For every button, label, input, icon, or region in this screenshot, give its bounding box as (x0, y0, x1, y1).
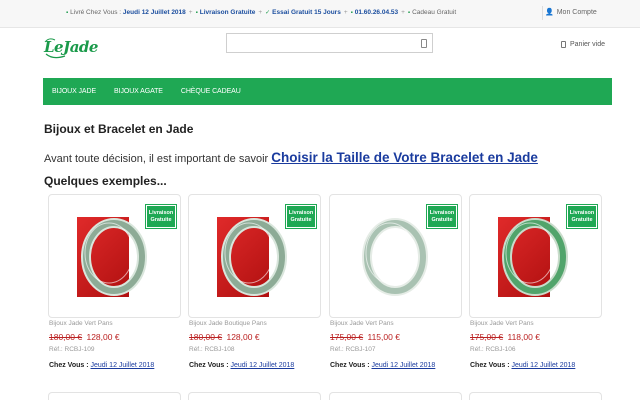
user-icon: 👤 (545, 9, 554, 16)
product-image[interactable]: Livraison Gratuite (48, 194, 181, 318)
delivery-estimate: Chez Vous : Jeudi 12 Juillet 2018 (48, 362, 181, 369)
delivery-estimate: Chez Vous : Jeudi 12 Juillet 2018 (188, 362, 321, 369)
delivery-date-link[interactable]: Jeudi 12 Juillet 2018 (231, 362, 295, 369)
old-price: 175,00 € (330, 332, 364, 342)
product-name[interactable]: Bijoux Jade Vert Pans (469, 320, 602, 327)
gift-icon: ▪ (195, 9, 198, 16)
page-title: Bijoux et Bracelet en Jade (44, 122, 194, 136)
site-logo[interactable]: LeJade (43, 36, 98, 60)
product-name[interactable]: Bijoux Jade Vert Pans (329, 320, 462, 327)
product-card[interactable]: Livraison Gratuite Bijoux Jade Vert Pans… (48, 194, 181, 369)
free-delivery-badge: Livraison Gratuite (285, 204, 317, 229)
cart-link[interactable]: Panier vide (561, 41, 605, 48)
jade-bangle-image (81, 218, 147, 296)
gift-icon: ▪ (407, 9, 411, 16)
jade-bangle-image (221, 218, 287, 296)
bracelet-size-link[interactable]: Choisir la Taille de Votre Bracelet en J… (271, 150, 538, 165)
product-image[interactable]: Livraison Gratuite (188, 194, 321, 318)
product-ref: Réf.: RCBJ-108 (189, 346, 235, 353)
product-name[interactable]: Bijoux Jade Boutique Pans (188, 320, 321, 327)
product-prices: 175,00 € 118,00 € (469, 332, 602, 342)
delivery-info-date: Jeudi 12 Juillet 2018 (122, 9, 186, 16)
plus-separator: + (258, 9, 263, 16)
topbar-divider (542, 6, 543, 20)
delivery-date-link[interactable]: Jeudi 12 Juillet 2018 (91, 362, 155, 369)
truck-icon: ▪ (66, 9, 69, 16)
plus-separator: + (188, 9, 193, 16)
delivery-date-link[interactable]: Jeudi 12 Juillet 2018 (512, 362, 576, 369)
examples-heading: Quelques exemples... (44, 174, 167, 188)
phone-number[interactable]: 01.60.26.04.53 (355, 9, 398, 16)
product-card-partial (329, 392, 462, 400)
account-label: Mon Compte (556, 8, 597, 16)
delivery-label: Chez Vous : (330, 362, 370, 369)
intro-paragraph: Avant toute décision, il est important d… (44, 150, 538, 165)
logo-text: LeJade (44, 38, 98, 56)
product-card[interactable]: Livraison Gratuite Bijoux Jade Vert Pans… (329, 194, 462, 369)
free-trial-link[interactable]: Essai Gratuit 15 Jours (272, 9, 341, 16)
product-ref: Réf.: RCBJ-106 (470, 346, 516, 353)
check-icon: ✓ (265, 10, 271, 16)
plus-separator: + (401, 9, 405, 16)
delivery-estimate: Chez Vous : Jeudi 12 Juillet 2018 (469, 362, 602, 369)
product-ref: Réf.: RCBJ-109 (49, 346, 95, 353)
product-prices: 180,00 € 128,00 € (48, 332, 181, 342)
product-image[interactable]: Livraison Gratuite (329, 194, 462, 318)
plus-separator: + (343, 9, 348, 16)
product-image[interactable]: Livraison Gratuite (469, 194, 602, 318)
old-price: 175,00 € (470, 332, 504, 342)
old-price: 180,00 € (49, 332, 83, 342)
jade-bangle-image (362, 218, 428, 296)
new-price: 128,00 € (86, 332, 120, 342)
new-price: 128,00 € (226, 332, 260, 342)
product-card[interactable]: Livraison Gratuite Bijoux Jade Boutique … (188, 194, 321, 369)
product-ref: Réf.: RCBJ-107 (330, 346, 376, 353)
search-input[interactable] (229, 36, 414, 50)
intro-text: Avant toute décision, il est important d… (44, 153, 269, 165)
product-card-partial (188, 392, 321, 400)
product-prices: 175,00 € 115,00 € (329, 332, 462, 342)
nav-item-bijoux-agate[interactable]: BIJOUX AGATE (114, 88, 163, 95)
delivery-info-label: Livré Chez Vous : (70, 9, 122, 16)
main-nav: BIJOUX JADE BIJOUX AGATE CHÈQUE CADEAU (43, 78, 612, 105)
account-link[interactable]: 👤 Mon Compte (545, 8, 597, 17)
cart-icon (561, 41, 566, 48)
nav-item-bijoux-jade[interactable]: BIJOUX JADE (52, 88, 96, 95)
product-card[interactable]: Livraison Gratuite Bijoux Jade Vert Pans… (469, 194, 602, 369)
delivery-label: Chez Vous : (49, 362, 89, 369)
delivery-date-link[interactable]: Jeudi 12 Juillet 2018 (372, 362, 436, 369)
delivery-label: Chez Vous : (189, 362, 229, 369)
free-delivery-badge: Livraison Gratuite (145, 204, 177, 229)
delivery-label: Chez Vous : (470, 362, 510, 369)
product-card-partial (48, 392, 181, 400)
product-card-partial (469, 392, 602, 400)
cart-label: Panier vide (570, 41, 606, 48)
free-delivery-badge: Livraison Gratuite (426, 204, 458, 229)
product-prices: 180,00 € 128,00 € (188, 332, 321, 342)
new-price: 115,00 € (367, 332, 400, 342)
phone-icon: ▪ (350, 9, 353, 16)
jade-bangle-image (502, 218, 568, 296)
free-gift-link[interactable]: Cadeau Gratuit (412, 9, 456, 16)
free-delivery-badge: Livraison Gratuite (566, 204, 598, 229)
top-info-links: ▪ Livré Chez Vous : Jeudi 12 Juillet 201… (66, 9, 456, 16)
product-name[interactable]: Bijoux Jade Vert Pans (48, 320, 181, 327)
free-delivery-link[interactable]: Livraison Gratuite (200, 9, 256, 16)
old-price: 180,00 € (189, 332, 223, 342)
nav-item-cheque-cadeau[interactable]: CHÈQUE CADEAU (181, 88, 241, 95)
delivery-estimate: Chez Vous : Jeudi 12 Juillet 2018 (329, 362, 462, 369)
search-box[interactable] (226, 33, 433, 53)
top-bar: ▪ Livré Chez Vous : Jeudi 12 Juillet 201… (0, 0, 640, 28)
search-icon[interactable] (421, 39, 427, 48)
new-price: 118,00 € (507, 332, 540, 342)
